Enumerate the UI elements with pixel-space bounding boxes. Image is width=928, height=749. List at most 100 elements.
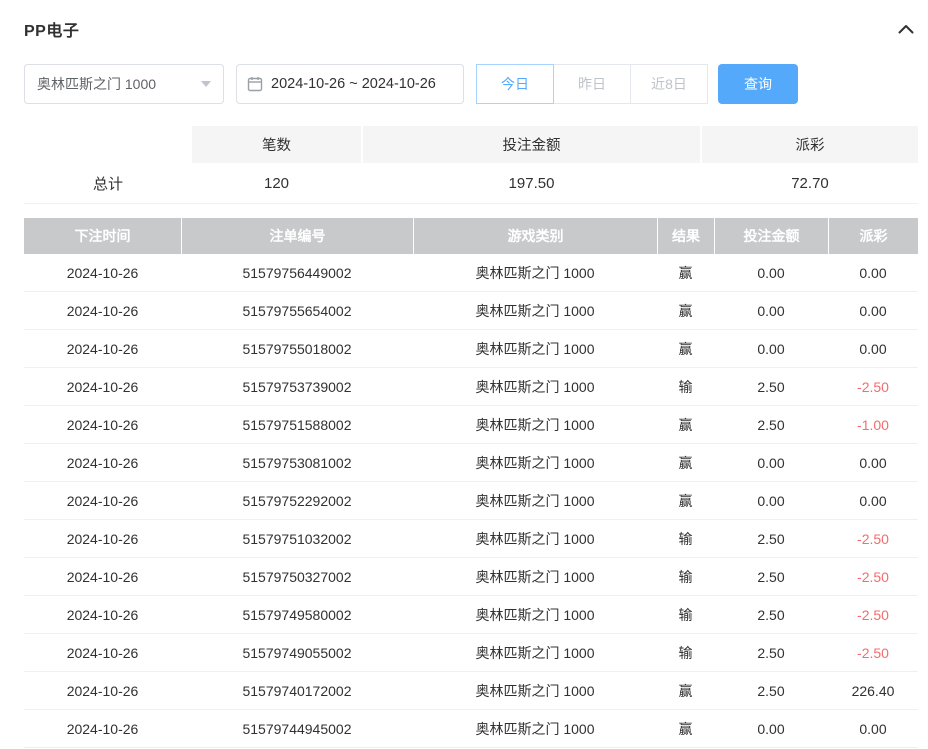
cell-bet-amount: 0.00 xyxy=(757,454,785,471)
summary-total-payout: 72.70 xyxy=(700,163,918,203)
game-select[interactable]: 奥林匹斯之门 1000 xyxy=(24,64,224,104)
cell-bet-time: 2024-10-26 xyxy=(66,606,139,623)
summary-table: 笔数 投注金额 派彩 总计 120 197.50 72.70 xyxy=(24,126,918,204)
filter-row: 奥林匹斯之门 1000 2024-10-26 ~ 2024-10-26 今日 昨… xyxy=(24,64,918,104)
cell-bet-time: 2024-10-26 xyxy=(66,644,139,661)
bet-records-table: 下注时间 注单编号 游戏类别 结果 投注金额 派彩 2024-10-26 5157… xyxy=(24,218,918,748)
table-row: 2024-10-26 51579749580002 奥林匹斯之门 1000 输 2.50… xyxy=(24,596,918,634)
table-row: 2024-10-26 51579755654002 奥林匹斯之门 1000 赢 0.00… xyxy=(24,292,918,330)
cell-bet-amount: 2.50 xyxy=(757,644,785,661)
chevron-down-icon xyxy=(201,81,211,87)
cell-result: 输 xyxy=(678,644,693,661)
cell-result: 赢 xyxy=(678,416,693,433)
cell-bet-amount: 2.50 xyxy=(757,378,785,395)
last-8-days-button[interactable]: 近8日 xyxy=(630,64,708,104)
cell-bet-time: 2024-10-26 xyxy=(66,492,139,509)
cell-result: 赢 xyxy=(678,340,693,357)
cell-result: 赢 xyxy=(678,302,693,319)
cell-bet-amount: 0.00 xyxy=(757,340,785,357)
summary-total-bet-amount: 197.50 xyxy=(361,163,700,203)
table-row: 2024-10-26 51579751032002 奥林匹斯之门 1000 输 2.50… xyxy=(24,520,918,558)
cell-game-category: 奥林匹斯之门 1000 xyxy=(475,264,595,281)
cell-result: 赢 xyxy=(678,454,693,471)
cell-order-id: 51579744945002 xyxy=(242,720,352,737)
cell-bet-time: 2024-10-26 xyxy=(66,720,139,737)
cell-order-id: 51579753739002 xyxy=(242,378,352,395)
cell-game-category: 奥林匹斯之门 1000 xyxy=(475,378,595,395)
pp-electronic-panel: PP电子 奥林匹斯之门 1000 2024-10-26 ~ 2024-10-26… xyxy=(0,0,928,748)
table-row: 2024-10-26 51579752292002 奥林匹斯之门 1000 赢 0.00… xyxy=(24,482,918,520)
cell-bet-amount: 2.50 xyxy=(757,568,785,585)
cell-bet-amount: 2.50 xyxy=(757,416,785,433)
cell-bet-time: 2024-10-26 xyxy=(66,340,139,357)
cell-payout: 0.00 xyxy=(859,720,887,737)
summary-total-label: 总计 xyxy=(24,163,190,203)
cell-bet-amount: 2.50 xyxy=(757,606,785,623)
cell-order-id: 51579753081002 xyxy=(242,454,352,471)
cell-result: 输 xyxy=(678,606,693,623)
cell-bet-time: 2024-10-26 xyxy=(66,568,139,585)
cell-payout: -2.50 xyxy=(857,568,889,585)
collapse-panel-button[interactable] xyxy=(894,17,918,41)
search-button[interactable]: 查询 xyxy=(718,64,798,104)
summary-total-row: 总计 120 197.50 72.70 xyxy=(24,163,918,204)
cell-payout: 0.00 xyxy=(859,340,887,357)
chevron-up-icon xyxy=(898,24,914,34)
cell-bet-time: 2024-10-26 xyxy=(66,530,139,547)
table-row: 2024-10-26 51579755018002 奥林匹斯之门 1000 赢 0.00… xyxy=(24,330,918,368)
cell-bet-time: 2024-10-26 xyxy=(66,454,139,471)
yesterday-button[interactable]: 昨日 xyxy=(553,64,631,104)
game-select-value: 奥林匹斯之门 1000 xyxy=(37,76,157,92)
cell-order-id: 51579751032002 xyxy=(242,530,352,547)
cell-order-id: 51579750327002 xyxy=(242,568,352,585)
panel-title-bar: PP电子 xyxy=(24,16,918,42)
cell-bet-amount: 0.00 xyxy=(757,302,785,319)
cell-payout: -2.50 xyxy=(857,530,889,547)
cell-payout: 0.00 xyxy=(859,302,887,319)
cell-payout: 0.00 xyxy=(859,454,887,471)
date-range-input[interactable]: 2024-10-26 ~ 2024-10-26 xyxy=(236,64,464,104)
cell-payout: -1.00 xyxy=(857,416,889,433)
summary-header-count: 笔数 xyxy=(190,126,361,163)
table-row: 2024-10-26 51579740172002 奥林匹斯之门 1000 赢 2.50… xyxy=(24,672,918,710)
cell-bet-time: 2024-10-26 xyxy=(66,264,139,281)
cell-order-id: 51579756449002 xyxy=(242,264,352,281)
cell-game-category: 奥林匹斯之门 1000 xyxy=(475,606,595,623)
cell-game-category: 奥林匹斯之门 1000 xyxy=(475,682,595,699)
table-row: 2024-10-26 51579753739002 奥林匹斯之门 1000 输 2.50… xyxy=(24,368,918,406)
cell-payout: 226.40 xyxy=(851,682,895,699)
today-button[interactable]: 今日 xyxy=(476,64,554,104)
cell-bet-amount: 0.00 xyxy=(757,720,785,737)
cell-payout: 0.00 xyxy=(859,264,887,281)
cell-result: 赢 xyxy=(678,492,693,509)
summary-header-row: 笔数 投注金额 派彩 xyxy=(24,126,918,163)
cell-result: 输 xyxy=(678,530,693,547)
cell-game-category: 奥林匹斯之门 1000 xyxy=(475,454,595,471)
cell-result: 输 xyxy=(678,378,693,395)
table-row: 2024-10-26 51579751588002 奥林匹斯之门 1000 赢 2.50… xyxy=(24,406,918,444)
cell-result: 赢 xyxy=(678,720,693,737)
cell-game-category: 奥林匹斯之门 1000 xyxy=(475,416,595,433)
cell-game-category: 奥林匹斯之门 1000 xyxy=(475,568,595,585)
cell-order-id: 51579749055002 xyxy=(242,644,352,661)
table-row: 2024-10-26 51579744945002 奥林匹斯之门 1000 赢 0.00… xyxy=(24,710,918,748)
cell-bet-time: 2024-10-26 xyxy=(66,378,139,395)
cell-order-id: 51579740172002 xyxy=(242,682,352,699)
col-bet-time: 下注时间 xyxy=(24,218,181,254)
cell-payout: -2.50 xyxy=(857,644,889,661)
date-range-value: 2024-10-26 ~ 2024-10-26 xyxy=(271,76,436,92)
bet-table-header: 下注时间 注单编号 游戏类别 结果 投注金额 派彩 xyxy=(24,218,918,254)
cell-order-id: 51579752292002 xyxy=(242,492,352,509)
cell-bet-amount: 2.50 xyxy=(757,682,785,699)
cell-game-category: 奥林匹斯之门 1000 xyxy=(475,302,595,319)
cell-game-category: 奥林匹斯之门 1000 xyxy=(475,530,595,547)
cell-bet-amount: 0.00 xyxy=(757,492,785,509)
cell-order-id: 51579755654002 xyxy=(242,302,352,319)
cell-result: 赢 xyxy=(678,682,693,699)
summary-header-payout: 派彩 xyxy=(700,126,918,163)
table-row: 2024-10-26 51579753081002 奥林匹斯之门 1000 赢 0.00… xyxy=(24,444,918,482)
page-title: PP电子 xyxy=(24,23,80,40)
cell-bet-amount: 0.00 xyxy=(757,264,785,281)
cell-bet-time: 2024-10-26 xyxy=(66,302,139,319)
cell-game-category: 奥林匹斯之门 1000 xyxy=(475,720,595,737)
